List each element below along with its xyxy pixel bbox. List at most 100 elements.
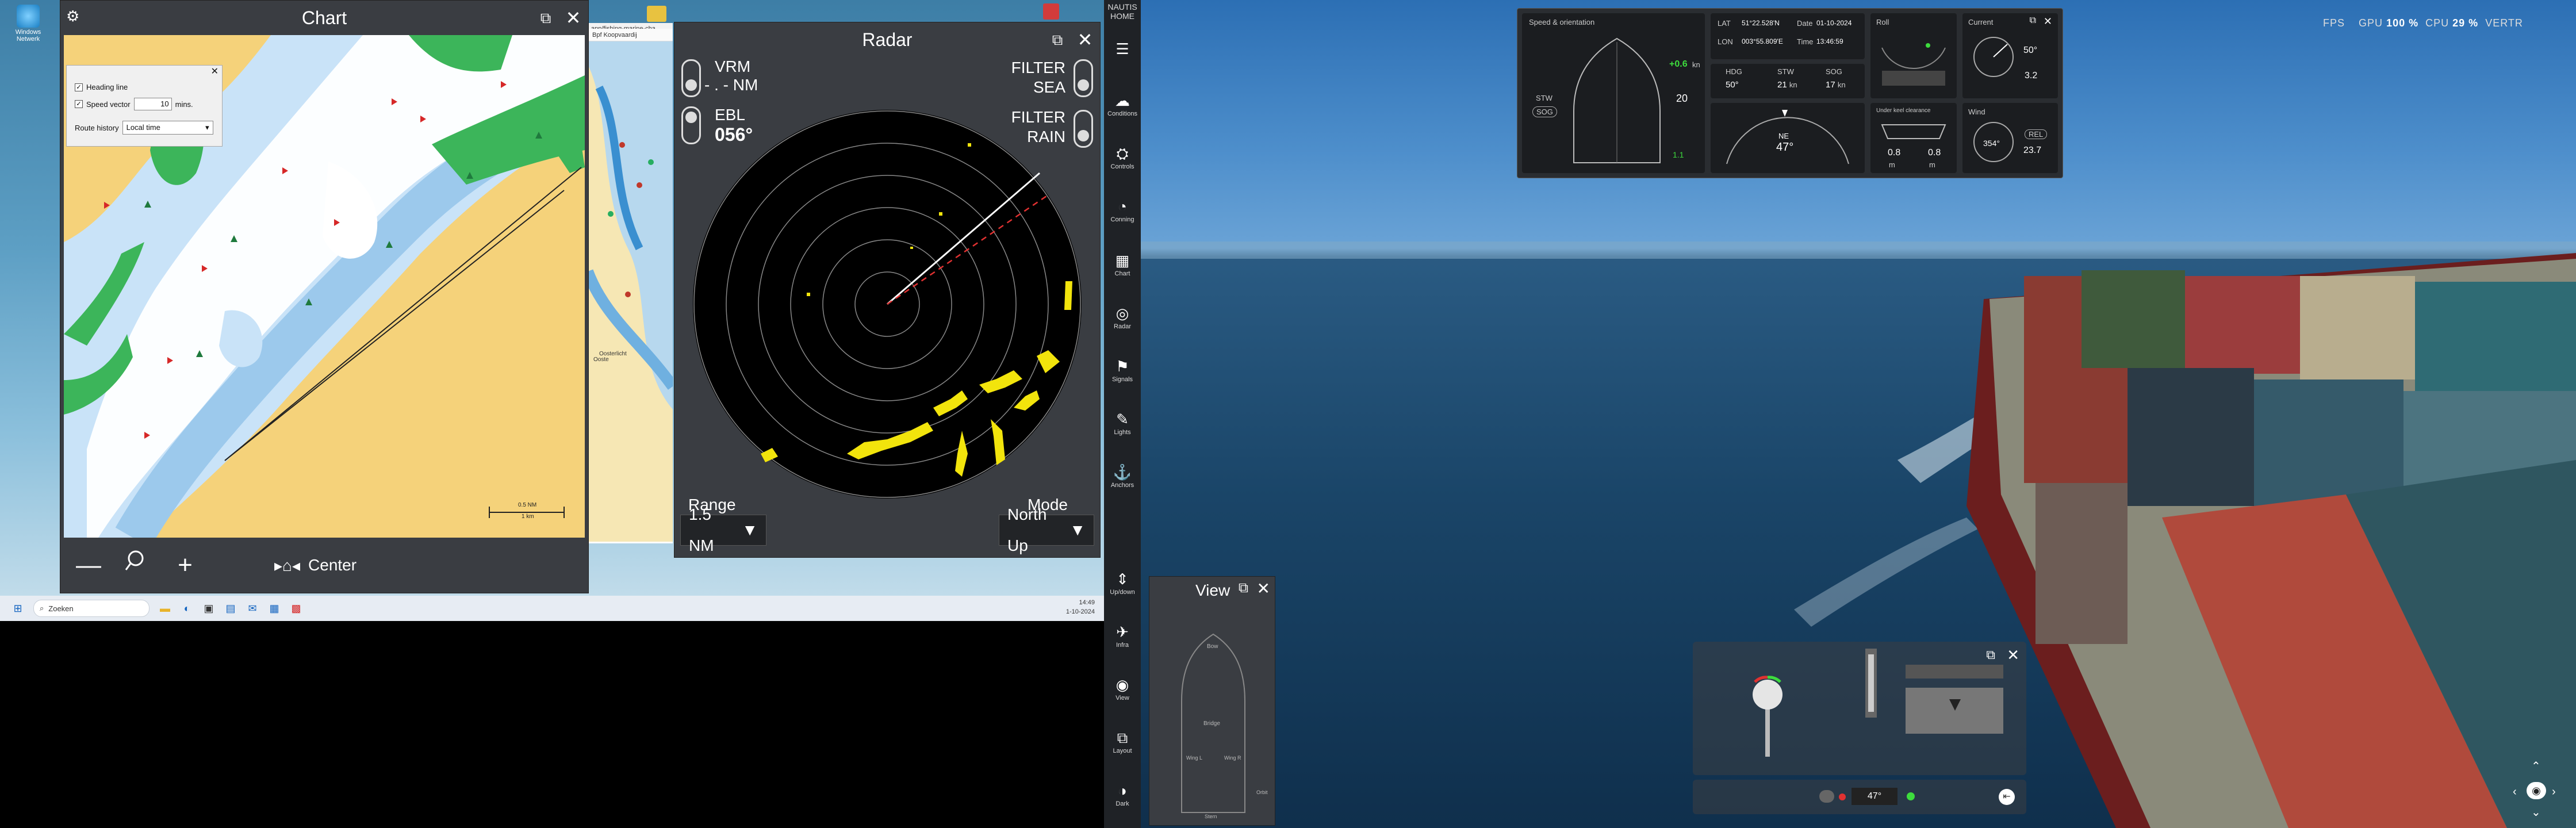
search-button[interactable]: [117, 545, 157, 585]
sog-button[interactable]: SOG: [1532, 106, 1557, 117]
popout-icon[interactable]: ⧉: [1239, 580, 1248, 596]
route-history-value: Local time: [126, 123, 160, 132]
close-icon[interactable]: ✕: [2007, 646, 2019, 664]
view-bow-button[interactable]: Bow: [1207, 643, 1218, 650]
rail-item-radar[interactable]: ◎ Radar: [1104, 304, 1141, 330]
route-history-label: Route history: [75, 123, 119, 132]
edge-browser-icon[interactable]: ◐: [178, 600, 195, 617]
close-icon[interactable]: ✕: [1074, 28, 1097, 51]
outlook-icon[interactable]: ✉: [244, 600, 261, 617]
controls-icon: ⛭: [1116, 145, 1129, 162]
wind-direction: 354°: [1983, 139, 2000, 148]
chevron-right-icon[interactable]: ›: [2552, 785, 2556, 799]
radar-icon: ◎: [1116, 305, 1129, 322]
chart-window: ⚙ Chart ⧉ ✕ 0.5 NM 1 km ✕ ✓ Heading line…: [60, 0, 589, 593]
speed-vector-checkbox[interactable]: ✓: [75, 100, 83, 108]
telegraph-lever-icon[interactable]: [1745, 665, 1791, 762]
nautis-home-button[interactable]: NAUTIS HOME: [1104, 2, 1141, 21]
bookmark-link[interactable]: Bpf Koopvaardij: [592, 32, 637, 39]
app-icon[interactable]: ▤: [222, 600, 239, 617]
view-bridge-button[interactable]: Bridge: [1203, 720, 1220, 727]
chevron-left-icon[interactable]: ‹: [2513, 785, 2517, 799]
menu-button[interactable]: ☰: [1104, 39, 1141, 59]
popout-icon[interactable]: ⧉: [1046, 28, 1069, 51]
network-icon: [17, 5, 40, 28]
rail-item-lights[interactable]: ✎ Lights: [1104, 409, 1141, 436]
rail-item-layout[interactable]: ⧉ Layout: [1104, 728, 1141, 754]
popout-icon[interactable]: ⧉: [2030, 16, 2036, 26]
view-wing-right-button[interactable]: Wing R: [1224, 755, 1241, 761]
rail-item-dark[interactable]: ◑ Dark: [1104, 781, 1141, 807]
file-explorer-icon[interactable]: ▬: [156, 600, 174, 617]
view-stern-button[interactable]: Stern: [1205, 814, 1217, 819]
rail-item-conning[interactable]: ◔ Conning: [1104, 197, 1141, 223]
wind-widget: Wind 354° REL 23.7: [1962, 103, 2058, 173]
lat-value: 51°22.528'N: [1742, 19, 1780, 27]
zoom-in-button[interactable]: +: [165, 545, 205, 585]
center-ship-icon: ▸⌂◂: [274, 556, 301, 574]
view-orbit-button[interactable]: Orbit: [1256, 789, 1268, 795]
mode-select[interactable]: North Up ▼: [999, 505, 1094, 554]
close-icon[interactable]: ✕: [562, 6, 585, 29]
helm-controls-panel: ✕ ⧉: [1693, 642, 2026, 775]
close-icon[interactable]: ✕: [211, 66, 218, 77]
zoom-out-button[interactable]: —: [68, 545, 109, 585]
view-window-title: View: [1195, 581, 1230, 599]
nautis-icon[interactable]: ▩: [288, 600, 305, 617]
pdf-icon[interactable]: [1043, 3, 1059, 20]
rail-item-chart[interactable]: ▦ Chart: [1104, 251, 1141, 277]
ship-profile-icon: [1881, 124, 1946, 139]
rail-item-updown[interactable]: ⇕ Up/down: [1104, 569, 1141, 596]
rail-item-infra[interactable]: ✈ Infra: [1104, 622, 1141, 649]
scale-label: 1 km: [522, 513, 534, 520]
status-led: [1839, 793, 1846, 800]
light-icon: ✎: [1116, 411, 1129, 428]
grid-icon: ▦: [1115, 252, 1130, 269]
speed-readout: 20: [1676, 93, 1688, 104]
eye-icon[interactable]: ◉: [2527, 782, 2546, 799]
teams-icon[interactable]: ▦: [266, 600, 283, 617]
range-select[interactable]: 1.5 NM ▼: [680, 505, 766, 554]
thruster-control-icon[interactable]: [1906, 665, 2003, 739]
desktop-icon-network[interactable]: Windows Netwerk: [8, 5, 48, 43]
rail-item-signals[interactable]: ⚑ Signals: [1104, 356, 1141, 383]
current-speed: 3.2: [2025, 71, 2038, 80]
filter-sea-toggle[interactable]: [1074, 59, 1093, 97]
camera-controls: ⌃ ‹ ◉ › ⌄: [2513, 759, 2559, 822]
close-icon[interactable]: ✕: [1257, 579, 1270, 598]
speed-vector-input[interactable]: 10: [133, 98, 172, 110]
heading-line-checkbox[interactable]: ✓: [75, 83, 83, 91]
center-button[interactable]: ▸⌂◂ Center: [274, 556, 356, 575]
heading-setpoint[interactable]: 47°: [1851, 788, 1897, 805]
rail-item-conditions[interactable]: ☁ Conditions: [1104, 91, 1141, 117]
route-history-select[interactable]: Local time ▾: [122, 121, 213, 135]
rail-item-view[interactable]: ◉ View: [1104, 675, 1141, 702]
windows-start-icon[interactable]: ⊞: [9, 600, 26, 617]
taskbar-search[interactable]: ⌕ Zoeken: [33, 600, 150, 617]
autopilot-toggle[interactable]: [1819, 790, 1834, 803]
speed-vector-label: Speed vector: [86, 99, 131, 109]
close-icon[interactable]: ✕: [2044, 16, 2052, 28]
radar-window: Radar ⧉ ✕ VRM - . - NM EBL 056° FILTER SE…: [674, 22, 1101, 558]
taskbar-clock[interactable]: 14:49 1-10-2024: [1066, 598, 1095, 616]
rail-item-anchors[interactable]: ⚓ Anchors: [1104, 462, 1141, 489]
radar-window-title: Radar: [862, 29, 913, 50]
expand-button[interactable]: ⇤: [1999, 789, 2015, 805]
horn-icon: ⚑: [1116, 358, 1129, 375]
wind-rel-button[interactable]: REL: [2025, 129, 2048, 139]
app-icon[interactable]: ▣: [200, 600, 217, 617]
app-name: HOME: [1110, 12, 1134, 21]
nautical-chart[interactable]: 0.5 NM 1 km ✕ ✓ Heading line ✓ Speed vec…: [64, 35, 585, 538]
rail-item-controls[interactable]: ⛭ Controls: [1104, 144, 1141, 170]
popout-icon[interactable]: ⧉: [534, 6, 557, 29]
popout-icon[interactable]: ⧉: [1986, 647, 1995, 662]
chevron-down-icon[interactable]: ⌄: [2531, 805, 2541, 819]
radar-scope[interactable]: [692, 109, 1083, 500]
heading-cardinal: NE: [1778, 132, 1789, 140]
vrm-toggle[interactable]: [681, 59, 701, 97]
heading-speed-widget: HDG 50° STW 21 kn SOG 17 kn: [1711, 64, 1865, 98]
folder-icon[interactable]: [647, 6, 666, 22]
view-wing-left-button[interactable]: Wing L: [1186, 755, 1202, 761]
chevron-up-icon[interactable]: ⌃: [2531, 759, 2541, 773]
current-widget: Current 50° 3.2 ✕ ⧉: [1962, 13, 2058, 98]
